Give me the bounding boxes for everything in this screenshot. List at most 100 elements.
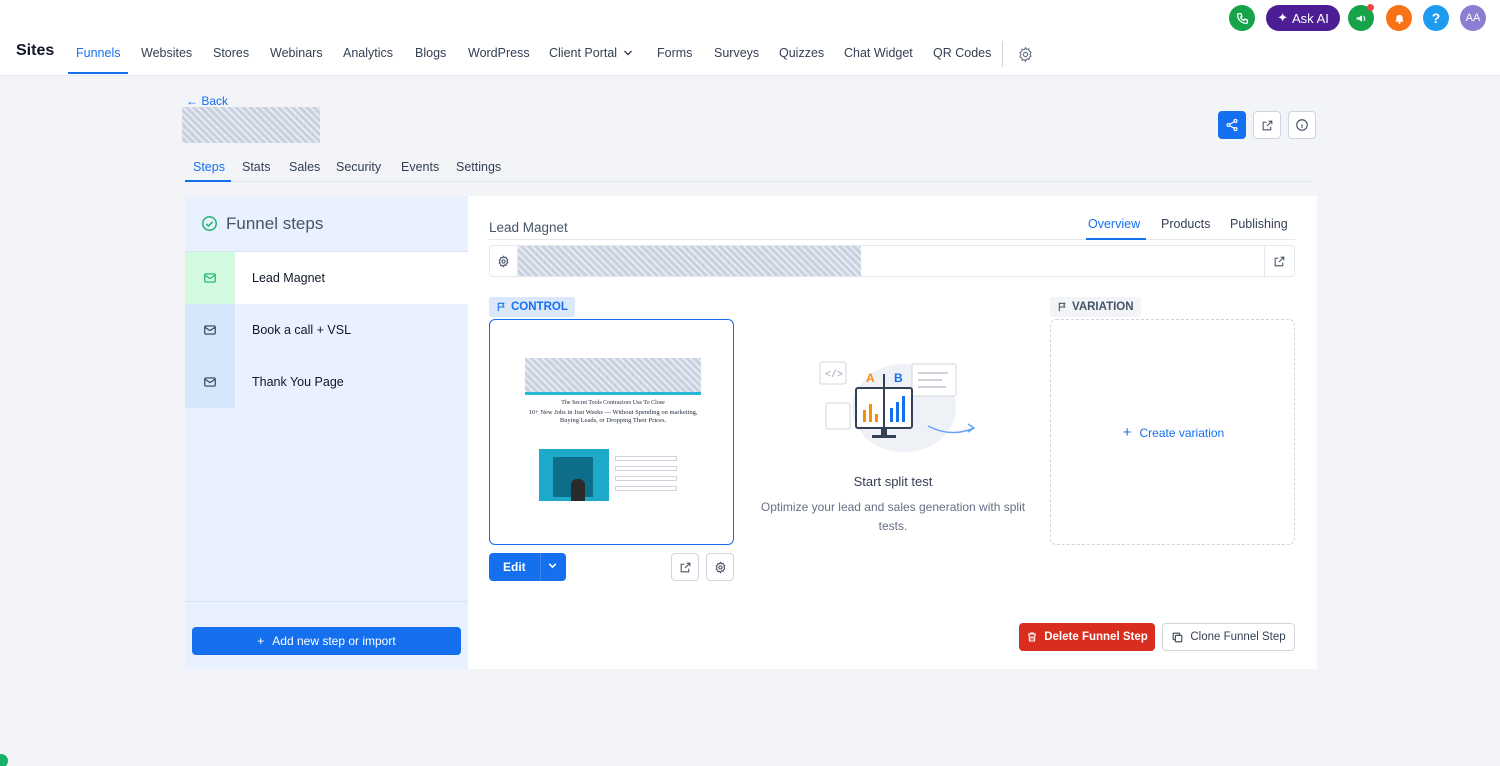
variation-card: + Create variation	[1050, 319, 1295, 545]
tab-active-indicator	[185, 180, 231, 182]
step-item-lead-magnet[interactable]: Lead Magnet	[185, 252, 468, 304]
variation-badge: VARIATION	[1050, 297, 1141, 317]
tab-sales[interactable]: Sales	[289, 160, 320, 174]
nav-analytics[interactable]: Analytics	[343, 46, 393, 60]
thumbnail-header-redacted	[525, 358, 701, 392]
thumbnail-form-field	[615, 476, 677, 481]
thumbnail-form-field	[615, 456, 677, 461]
back-link[interactable]: ← Back	[186, 94, 228, 108]
create-variation-button[interactable]: + Create variation	[1051, 424, 1296, 441]
nav-forms[interactable]: Forms	[657, 46, 692, 60]
plus-icon: +	[257, 634, 265, 648]
share-button[interactable]	[1218, 111, 1246, 139]
add-step-label: Add new step or import	[272, 634, 396, 648]
nav-funnels[interactable]: Funnels	[76, 46, 120, 60]
funnel-tabs: Steps Stats Sales Security Events Settin…	[185, 152, 1315, 182]
step-item-thank-you-page[interactable]: Thank You Page	[185, 356, 468, 408]
sparkle-icon: ✦	[1277, 10, 1289, 25]
edit-button[interactable]: Edit	[489, 553, 566, 581]
tab-publishing[interactable]: Publishing	[1230, 217, 1288, 231]
nav-quizzes[interactable]: Quizzes	[779, 46, 824, 60]
mail-icon	[204, 377, 216, 387]
variation-badge-label: VARIATION	[1072, 301, 1134, 313]
thumbnail-form-field	[615, 466, 677, 471]
control-settings-button[interactable]	[706, 553, 734, 581]
check-circle-icon	[202, 216, 217, 231]
preview-external-button[interactable]	[671, 553, 699, 581]
ask-ai-button[interactable]: ✦ Ask AI	[1266, 5, 1340, 31]
nav-qr-codes[interactable]: QR Codes	[933, 46, 991, 60]
info-button[interactable]	[1288, 111, 1316, 139]
nav-webinars[interactable]: Webinars	[270, 46, 323, 60]
nav-chat-widget[interactable]: Chat Widget	[844, 46, 913, 60]
mail-icon	[204, 273, 216, 283]
nav-blogs[interactable]: Blogs	[415, 46, 446, 60]
nav-client-portal[interactable]: Client Portal	[549, 46, 633, 60]
split-test-title: Start split test	[853, 474, 933, 489]
info-icon	[1296, 119, 1308, 131]
step-icon-box	[185, 356, 235, 408]
nav-active-indicator	[68, 72, 128, 74]
announcement-button[interactable]	[1348, 4, 1374, 31]
page-thumbnail: The Secret Tools Contractors Use To Clos…	[525, 358, 701, 503]
phone-icon-button[interactable]	[1229, 5, 1255, 31]
step-label: Lead Magnet	[252, 271, 325, 285]
step-label: Book a call + VSL	[252, 323, 352, 337]
add-step-button[interactable]: + Add new step or import	[192, 627, 461, 655]
clone-funnel-step-button[interactable]: Clone Funnel Step	[1162, 623, 1295, 651]
external-link-icon	[680, 562, 690, 572]
step-tabs: Overview Products Publishing	[489, 210, 1295, 240]
control-badge-label: CONTROL	[511, 301, 568, 313]
step-url-field	[489, 245, 1295, 277]
step-detail-panel: Overview Products Publishing Lead Magnet…	[468, 196, 1317, 669]
thumbnail-image	[539, 449, 609, 501]
funnel-steps-header: Funnel steps	[185, 196, 468, 252]
gear-icon	[1019, 46, 1032, 63]
step-item-book-a-call[interactable]: Book a call + VSL	[185, 304, 468, 356]
nav-settings-button[interactable]	[1017, 46, 1034, 63]
notification-dot	[1367, 4, 1374, 11]
app-title: Sites	[16, 42, 55, 59]
thumbnail-accent-bar	[525, 392, 701, 395]
open-url-button[interactable]	[1264, 246, 1294, 276]
avatar[interactable]: AA	[1460, 5, 1486, 31]
notifications-button[interactable]	[1386, 5, 1412, 31]
external-link-icon	[1262, 120, 1272, 130]
flag-icon	[1058, 302, 1066, 312]
tab-security[interactable]: Security	[336, 160, 381, 174]
control-badge: CONTROL	[489, 297, 575, 317]
funnel-steps-title: Funnel steps	[226, 213, 324, 233]
nav-stores[interactable]: Stores	[213, 46, 249, 60]
tab-products[interactable]: Products	[1161, 217, 1210, 231]
svg-text:A: A	[866, 371, 875, 385]
tab-overview[interactable]: Overview	[1088, 217, 1140, 231]
nav-wordpress[interactable]: WordPress	[468, 46, 530, 60]
help-icon: ?	[1431, 10, 1441, 26]
thumbnail-headline: The Secret Tools Contractors Use To Clos…	[561, 400, 665, 406]
flag-icon	[497, 302, 505, 312]
nav-client-portal-label: Client Portal	[549, 46, 618, 60]
split-test-illustration: </> A B	[819, 361, 976, 452]
url-settings-button[interactable]	[490, 246, 518, 276]
utility-bar: ✦ Ask AI ? AA	[0, 0, 1500, 36]
control-preview-card[interactable]: The Secret Tools Contractors Use To Clos…	[489, 319, 734, 545]
trash-icon	[1028, 632, 1037, 642]
nav-websites[interactable]: Websites	[141, 46, 192, 60]
delete-funnel-step-button[interactable]: Delete Funnel Step	[1019, 623, 1155, 651]
tab-stats[interactable]: Stats	[242, 160, 271, 174]
nav-surveys[interactable]: Surveys	[714, 46, 759, 60]
megaphone-icon	[1356, 14, 1365, 22]
nav-divider	[1002, 41, 1003, 67]
chevron-down-icon[interactable]	[547, 560, 558, 571]
step-title: Lead Magnet	[489, 220, 568, 235]
open-external-button[interactable]	[1253, 111, 1281, 139]
tab-steps[interactable]: Steps	[193, 160, 225, 174]
edit-label: Edit	[503, 560, 526, 574]
thumbnail-subheadline: 10+ New Jobs in Just Weeks — Without Spe…	[528, 409, 698, 424]
tab-events[interactable]: Events	[401, 160, 439, 174]
help-button[interactable]: ?	[1423, 5, 1449, 31]
thumbnail-form-field	[615, 486, 677, 491]
funnel-title-redacted	[182, 107, 320, 143]
tab-settings[interactable]: Settings	[456, 160, 501, 174]
share-icon	[1226, 118, 1238, 132]
